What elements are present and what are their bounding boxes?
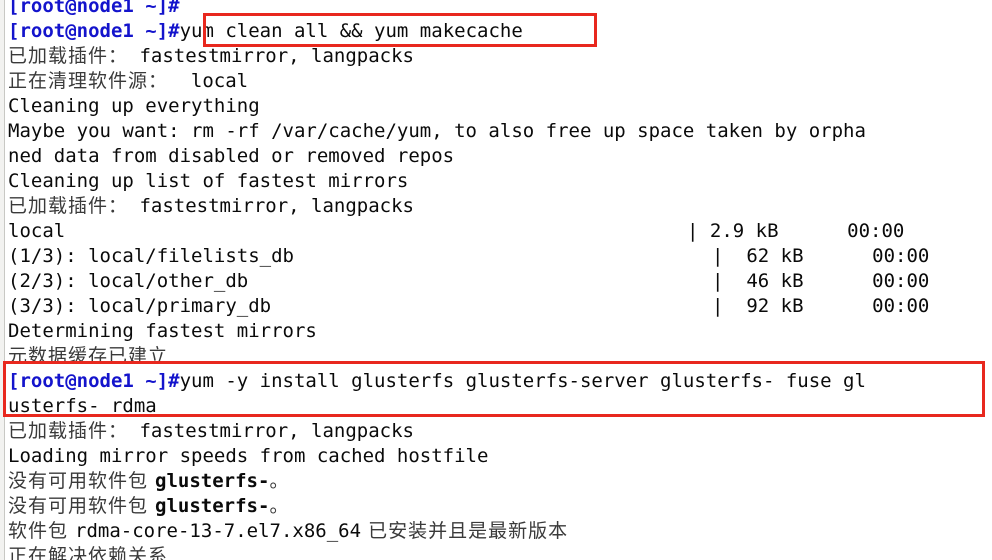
repo-size-other: | 46 kB 00:00 [712, 270, 930, 292]
terminal-line-maybe-you-want: Maybe you want: rm -rf /var/cache/yum, t… [8, 120, 866, 142]
terminal-line-no-package-1: 没有可用软件包 glusterfs-。 [8, 469, 992, 494]
terminal-line-loaded-plugins-1: 已加载插件： fastestmirror, langpacks [8, 44, 992, 69]
cjk-text: 软件包 [8, 520, 76, 542]
terminal-line-pkg-rdma-core: 软件包 rdma-core-13-7.el7.x86_64 已安装并且是最新版本 [8, 519, 992, 544]
shell-prompt: [root@node1 ~]# [8, 20, 180, 42]
command-text-yum-install: yum -y install glusterfs glusterfs-serve… [179, 370, 866, 392]
cjk-text: 元数据缓存已建立 [8, 345, 169, 367]
cjk-text: 没有可用软件包 [8, 470, 156, 492]
cjk-text-tail: 已安装并且是最新版本 [361, 520, 569, 542]
terminal-line-loaded-plugins-2: 已加载插件： fastestmirror, langpacks [8, 194, 992, 219]
terminal-line-cleaning-everything: Cleaning up everything [8, 95, 260, 117]
terminal-line-determining-mirrors: Determining fastest mirrors [8, 320, 317, 342]
cjk-text: 已加载插件： [8, 195, 129, 217]
terminal-line-ned-data: ned data from disabled or removed repos [8, 145, 455, 167]
repo-size-primary: | 92 kB 00:00 [712, 295, 930, 317]
cjk-text: 已加载插件： [8, 45, 129, 67]
package-name: glusterfs- [155, 470, 270, 492]
terminal-line-cleaning-mirrorlist: Cleaning up list of fastest mirrors [8, 170, 409, 192]
shell-prompt: [root@node1 ~]# [8, 0, 180, 17]
terminal-window: [root@node1 ~]# [root@node1 ~]#yum clean… [0, 0, 992, 560]
repo-size-filelists: | 62 kB 00:00 [712, 245, 930, 267]
terminal-line-text: fastestmirror, langpacks [128, 195, 414, 217]
cjk-text-tail: 。 [269, 495, 290, 517]
terminal-line-cmd-yum-install-wrap: usterfs- rdma [8, 395, 157, 417]
shell-prompt: [root@node1 ~]# [8, 370, 180, 392]
cjk-text: 正在解决依赖关系 [8, 545, 169, 560]
cjk-text: 正在清理软件源： [8, 70, 169, 92]
command-text-yum-clean: yum clean all && yum makecache [179, 20, 523, 42]
terminal-line-prompt-empty: [root@node1 ~]# [8, 0, 992, 19]
terminal-line-cmd-yum-install: [root@node1 ~]#yum -y install glusterfs … [8, 369, 992, 394]
window-left-gutter [0, 0, 5, 560]
terminal-line-loaded-plugins-3: 已加载插件： fastestmirror, langpacks [8, 419, 992, 444]
terminal-line-text: fastestmirror, langpacks [128, 420, 414, 442]
cjk-text: 已加载插件： [8, 420, 129, 442]
repo-size-local: | 2.9 kB 00:00 [687, 220, 905, 242]
terminal-line-metadata-cache-built: 元数据缓存已建立 [8, 344, 992, 369]
terminal-line-cmd-yum-clean: [root@node1 ~]#yum clean all && yum make… [8, 19, 992, 44]
package-name: glusterfs- [155, 495, 270, 517]
terminal-line-cleaning-repos: 正在清理软件源： local [8, 69, 992, 94]
package-name: rdma-core-13-7.el7.x86_64 [75, 520, 362, 542]
terminal-line-loading-mirror-speeds: Loading mirror speeds from cached hostfi… [8, 445, 489, 467]
terminal-line-resolving-deps: 正在解决依赖关系 [8, 544, 992, 560]
terminal-line-no-package-2: 没有可用软件包 glusterfs-。 [8, 494, 992, 519]
cjk-text-tail: 。 [269, 470, 290, 492]
terminal-line-text: local [168, 70, 249, 92]
terminal-line-text: fastestmirror, langpacks [128, 45, 414, 67]
cjk-text: 没有可用软件包 [8, 495, 156, 517]
